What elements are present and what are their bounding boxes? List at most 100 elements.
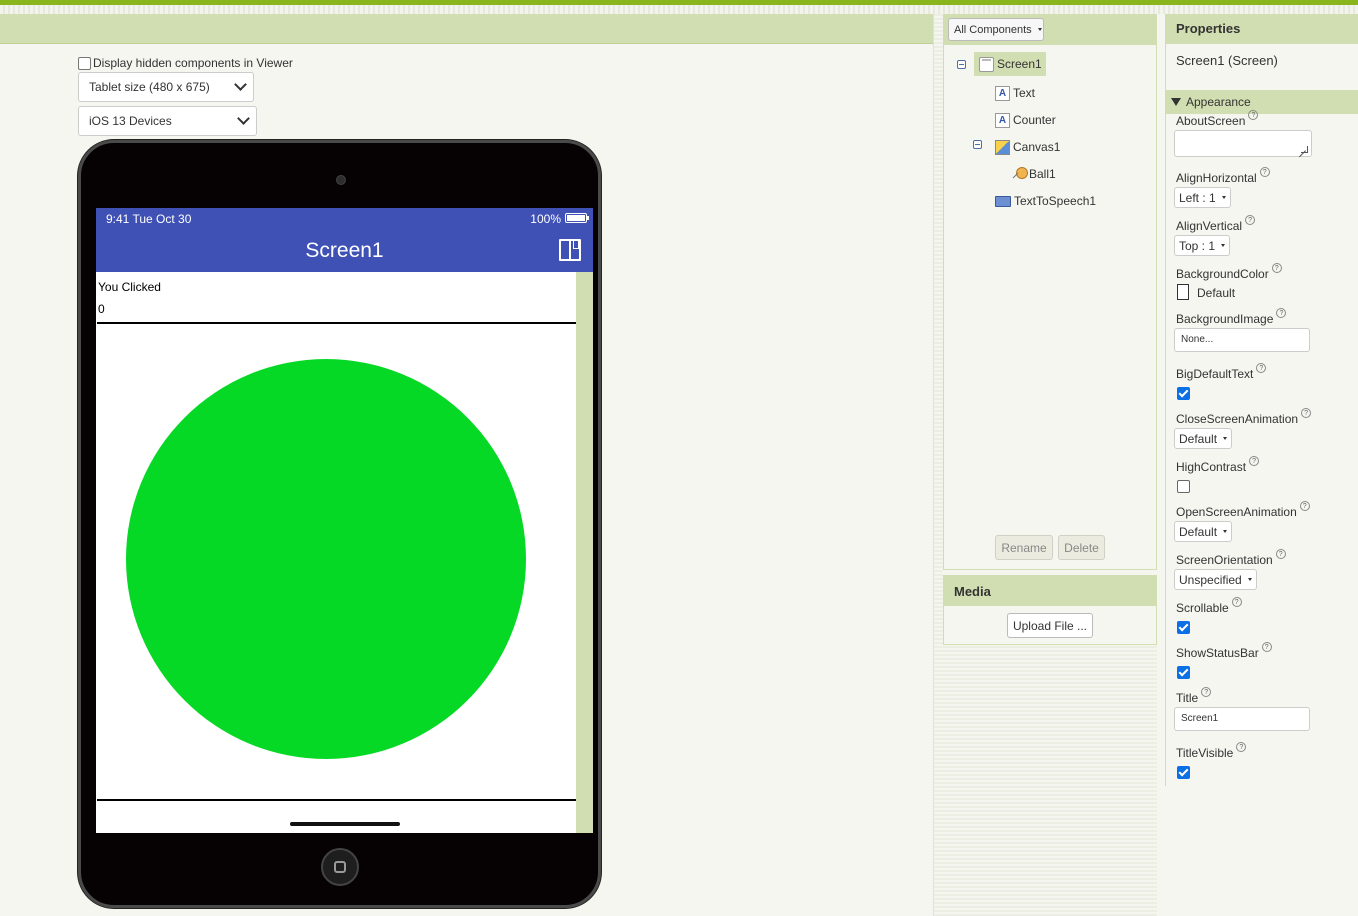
property-label-alignhorizontal: AlignHorizontal?	[1176, 167, 1270, 185]
openscreenanimation-dropdown[interactable]: Default	[1174, 521, 1233, 542]
showstatusbar-checkbox[interactable]	[1177, 666, 1190, 679]
openscreenanimation-value: Default	[1179, 524, 1218, 539]
backgroundcolor-value[interactable]: Default	[1197, 286, 1235, 300]
screenorientation-dropdown[interactable]: Unspecified	[1174, 569, 1257, 590]
canvas[interactable]	[97, 322, 576, 801]
resize-grip-icon[interactable]	[1301, 146, 1308, 153]
display-hidden-components-checkbox[interactable]: Display hidden components in Viewer	[78, 56, 293, 70]
screenorientation-value: Unspecified	[1179, 572, 1242, 587]
property-label-alignvertical: AlignVertical?	[1176, 215, 1256, 233]
delete-button[interactable]: Delete	[1058, 535, 1105, 560]
highcontrast-checkbox[interactable]	[1177, 480, 1190, 493]
property-label-text: OpenScreenAnimation	[1176, 505, 1297, 519]
property-label-closescreenanimation: CloseScreenAnimation?	[1176, 408, 1312, 426]
closescreenanimation-dropdown[interactable]: Default	[1174, 428, 1233, 449]
alignhorizontal-value: Left : 1	[1179, 190, 1216, 205]
property-label-text: TitleVisible	[1176, 746, 1234, 760]
book-icon[interactable]	[559, 239, 581, 261]
alignvertical-dropdown[interactable]: Top : 1	[1174, 235, 1231, 256]
backgroundimage-field[interactable]: None...	[1174, 328, 1310, 352]
camera-icon	[336, 175, 346, 185]
property-label-text: Scrollable	[1176, 601, 1229, 615]
ball-sprite[interactable]	[126, 359, 526, 759]
titlevisible-checkbox[interactable]	[1177, 766, 1190, 779]
property-label-titlevisible: TitleVisible?	[1176, 742, 1247, 760]
tree-item-ball1[interactable]: Ball1	[1011, 162, 1056, 186]
help-icon[interactable]: ?	[1276, 308, 1287, 318]
appearance-section-label: Appearance	[1186, 95, 1251, 109]
property-label-text: AlignHorizontal	[1176, 171, 1257, 185]
tree-item-canvas1[interactable]: Canvas1	[995, 135, 1060, 159]
title-input[interactable]: Screen1	[1174, 707, 1310, 731]
appearance-section-toggle[interactable]: Appearance	[1166, 90, 1358, 114]
all-components-dropdown[interactable]: All Components	[948, 18, 1044, 41]
help-icon[interactable]: ?	[1236, 742, 1247, 752]
properties-subtitle: Screen1 (Screen)	[1176, 53, 1278, 68]
help-icon[interactable]: ?	[1261, 642, 1272, 652]
property-label-openscreenanimation: OpenScreenAnimation?	[1176, 501, 1310, 519]
text-label[interactable]: You Clicked	[98, 280, 161, 294]
help-icon[interactable]: ?	[1231, 597, 1242, 607]
property-label-text: BackgroundImage	[1176, 312, 1274, 326]
help-icon[interactable]: ?	[1271, 263, 1282, 273]
help-icon[interactable]: ?	[1256, 363, 1267, 373]
all-components-label: All Components	[954, 23, 1032, 36]
help-icon[interactable]: ?	[1259, 167, 1270, 177]
bigdefaulttext-checkbox[interactable]	[1177, 387, 1190, 400]
property-label-text: HighContrast	[1176, 460, 1247, 474]
battery-icon	[565, 213, 589, 223]
label-icon: A	[995, 112, 1010, 128]
backgroundcolor-swatch[interactable]	[1177, 284, 1189, 300]
help-icon[interactable]: ?	[1245, 215, 1256, 225]
property-label-screenorientation: ScreenOrientation?	[1176, 549, 1286, 567]
home-square-icon	[334, 861, 346, 873]
tree-item-text[interactable]: A Text	[995, 81, 1035, 105]
upload-file-button[interactable]: Upload File ...	[1007, 613, 1093, 638]
help-icon[interactable]: ?	[1249, 456, 1260, 466]
collapse-screen1-icon[interactable]	[957, 60, 966, 69]
tree-item-label: Ball1	[1029, 167, 1056, 181]
hidden-components-checkbox-box[interactable]	[78, 56, 91, 70]
tablet-size-select-value: Tablet size (480 x 675)	[89, 80, 210, 94]
property-label-bigdefaulttext: BigDefaultText?	[1176, 363, 1267, 381]
top-stripe	[0, 5, 1358, 14]
tree-item-counter[interactable]: A Counter	[995, 108, 1056, 132]
tablet-size-select[interactable]: Tablet size (480 x 675)	[78, 72, 254, 102]
property-label-text: AlignVertical	[1176, 219, 1243, 233]
caret-down-icon	[1223, 530, 1228, 533]
counter-label[interactable]: 0	[98, 302, 105, 316]
alignhorizontal-dropdown[interactable]: Left : 1	[1174, 187, 1231, 208]
chevron-down-icon	[234, 78, 247, 91]
chevron-down-icon	[237, 112, 250, 125]
tree-item-screen1[interactable]: Screen1	[974, 52, 1046, 76]
tree-item-texttospeech1[interactable]: TextToSpeech1	[995, 189, 1096, 213]
property-label-title: Title?	[1176, 687, 1212, 705]
caret-down-icon	[1221, 196, 1226, 199]
property-label-text: AboutScreen	[1176, 114, 1246, 128]
help-icon[interactable]: ?	[1299, 501, 1310, 511]
caret-down-icon	[1223, 437, 1228, 440]
help-icon[interactable]: ?	[1275, 549, 1286, 559]
property-label-text: ScreenOrientation	[1176, 553, 1273, 567]
closescreenanimation-value: Default	[1179, 431, 1218, 446]
device-select[interactable]: iOS 13 Devices	[78, 106, 257, 136]
property-label-highcontrast: HighContrast?	[1176, 456, 1260, 474]
properties-panel: Properties Screen1 (Screen) Appearance A…	[1165, 14, 1358, 786]
property-label-text: Title	[1176, 691, 1199, 705]
aboutscreen-textarea[interactable]	[1174, 130, 1312, 157]
help-icon[interactable]: ?	[1248, 110, 1259, 120]
home-indicator	[290, 822, 400, 826]
screen-scrollbar[interactable]	[576, 272, 593, 833]
rename-button[interactable]: Rename	[995, 535, 1053, 560]
tree-item-label: Canvas1	[1013, 140, 1061, 154]
tree-item-label: Text	[1013, 86, 1036, 100]
device-screen[interactable]: 9:41 Tue Oct 30 100% Screen1 You Clicked…	[96, 208, 593, 833]
components-header: All Components	[944, 15, 1156, 45]
status-bar: 9:41 Tue Oct 30 100%	[96, 208, 593, 230]
ball-icon	[1011, 166, 1028, 182]
scrollable-checkbox[interactable]	[1177, 621, 1190, 634]
collapse-canvas1-icon[interactable]	[973, 140, 982, 149]
help-icon[interactable]: ?	[1301, 408, 1312, 418]
help-icon[interactable]: ?	[1201, 687, 1212, 697]
property-label-text: ShowStatusBar	[1176, 646, 1259, 660]
